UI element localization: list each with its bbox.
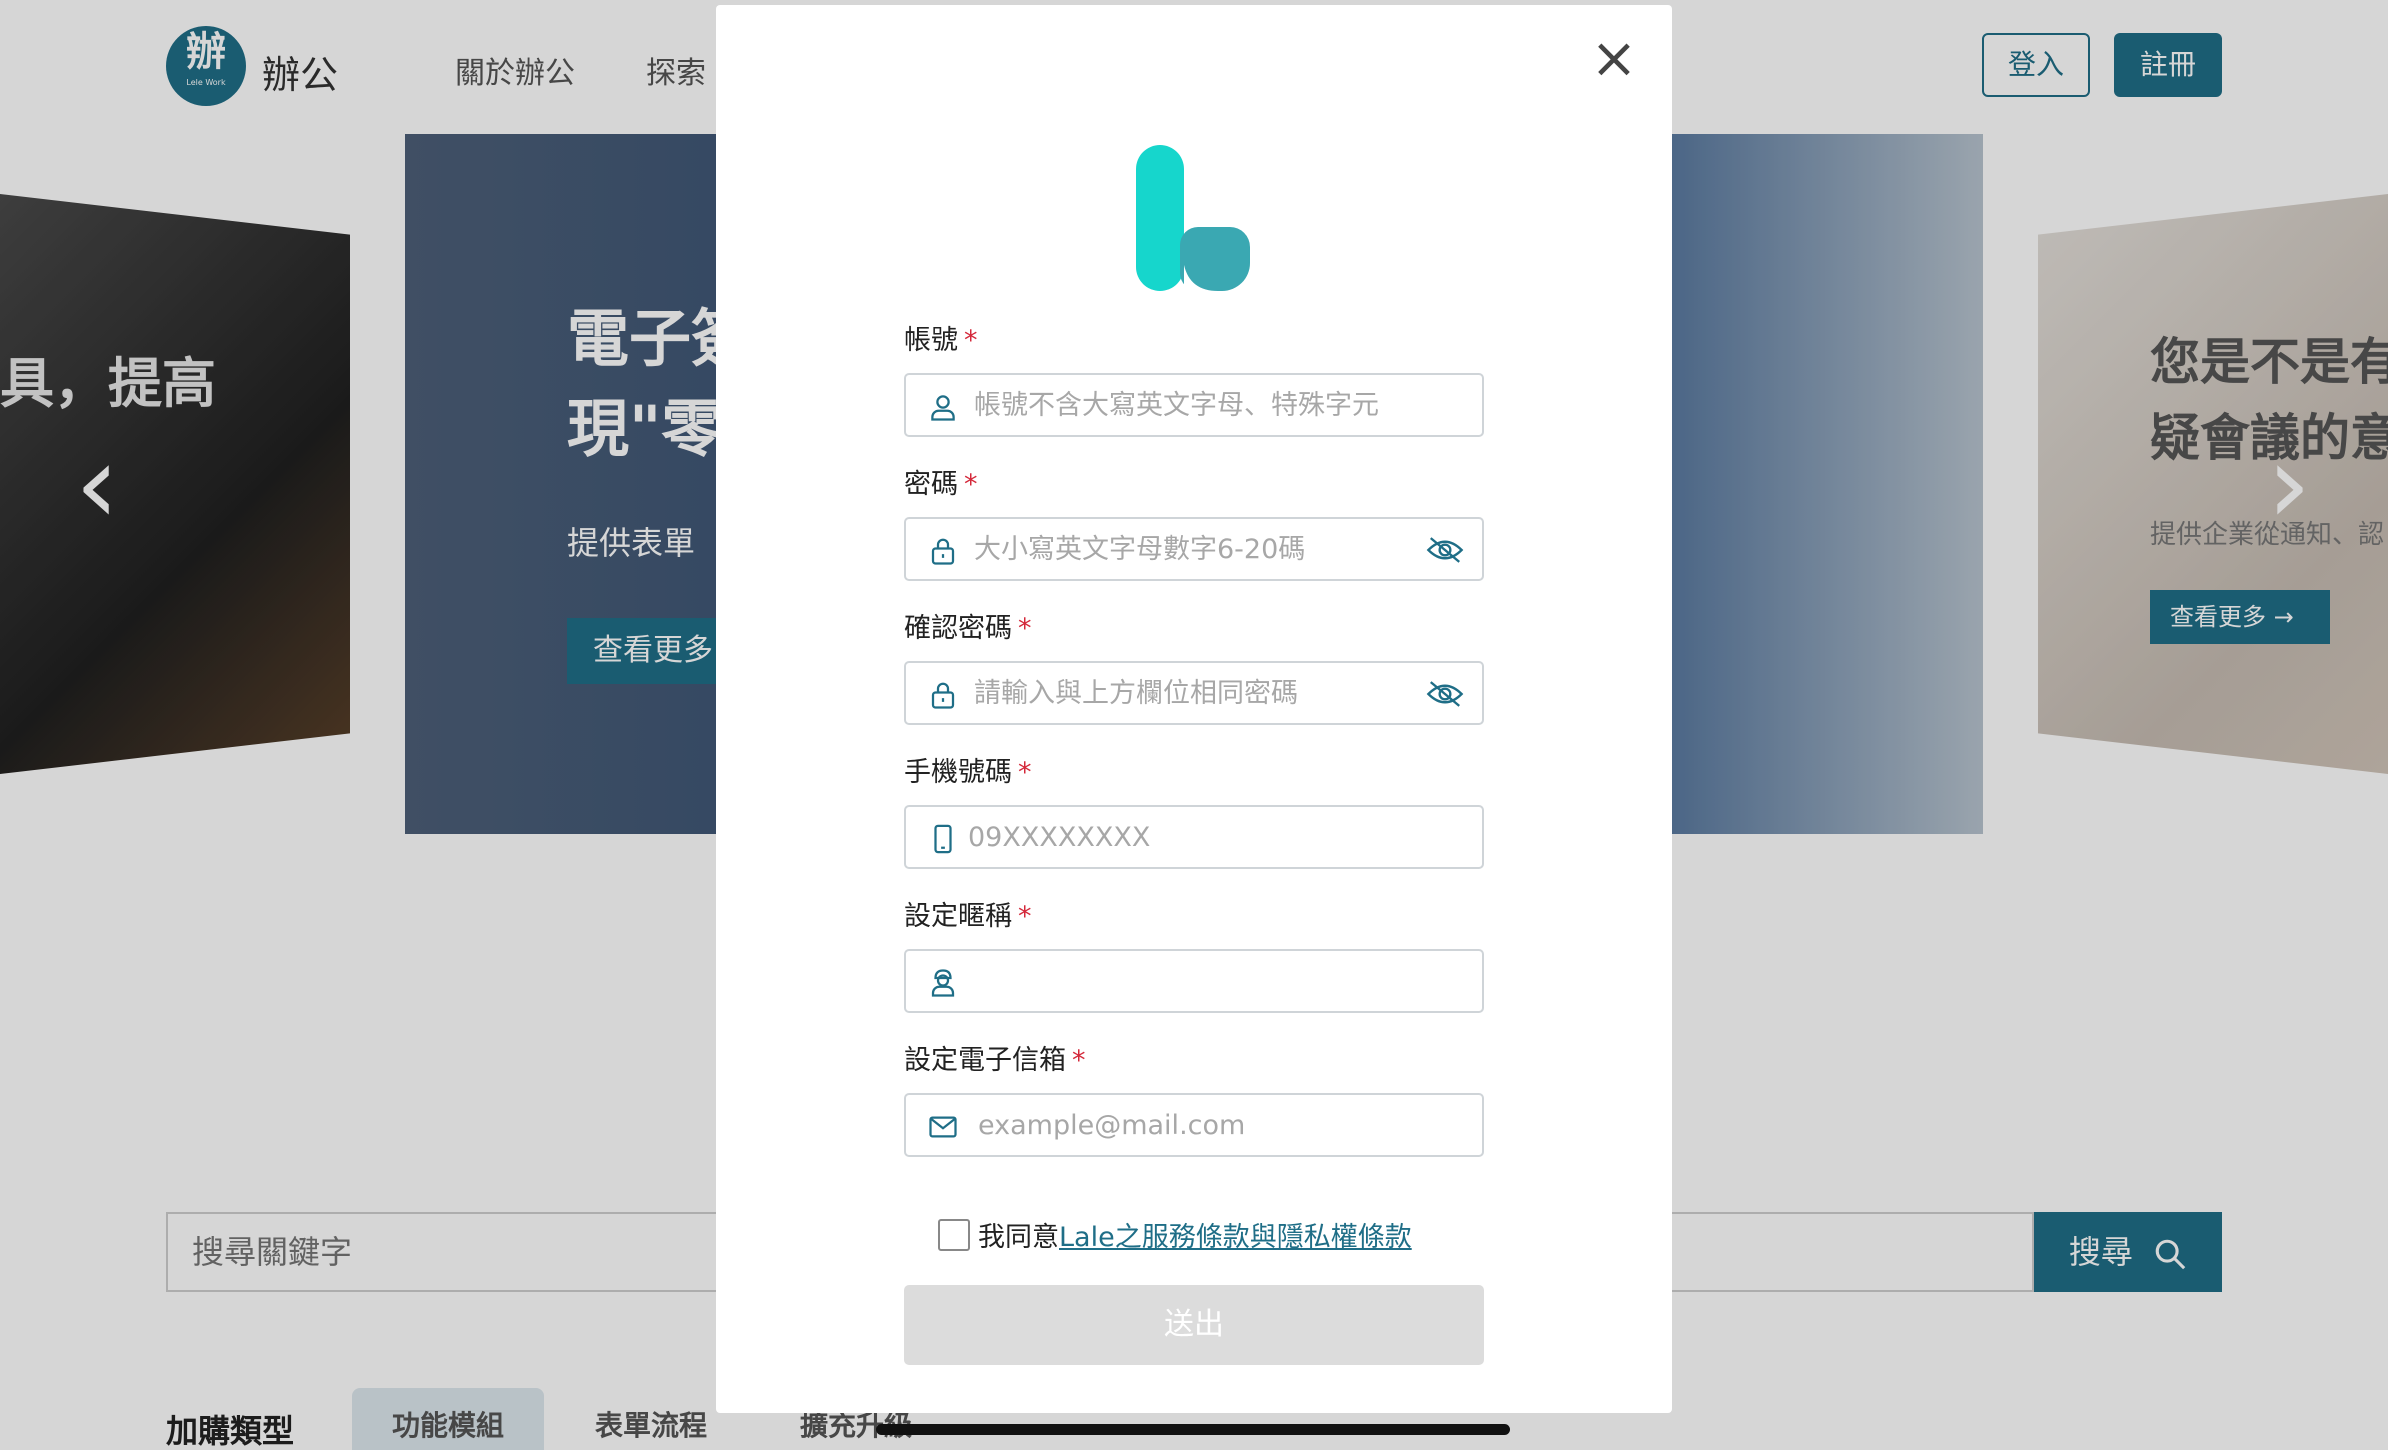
lale-logo (1136, 145, 1250, 291)
account-label-text: 帳號 (904, 325, 958, 356)
confirm-password-field (904, 661, 1484, 725)
email-field (904, 1093, 1484, 1157)
avatar-icon (931, 969, 955, 997)
phone-input[interactable] (968, 807, 1398, 867)
account-input[interactable] (974, 375, 1404, 435)
close-icon[interactable]: × (1586, 31, 1642, 87)
email-input[interactable] (978, 1095, 1408, 1155)
required-mark: * (1018, 613, 1032, 644)
confirm-password-input[interactable] (974, 663, 1404, 723)
required-mark: * (964, 325, 978, 356)
required-mark: * (964, 469, 978, 500)
required-mark: * (1072, 1045, 1086, 1076)
email-label: 設定電子信箱 * (904, 1038, 1086, 1077)
account-label: 帳號 * (904, 318, 978, 357)
confirm-password-label-text: 確認密碼 (904, 613, 1012, 644)
submit-button[interactable]: 送出 (904, 1285, 1484, 1365)
eye-off-icon[interactable] (1426, 679, 1464, 709)
terms-label: 我同意 (978, 1222, 1059, 1253)
password-label-text: 密碼 (904, 469, 958, 500)
user-icon (931, 395, 955, 421)
terms-link[interactable]: Lale之服務條款與隱私權條款 (1059, 1222, 1412, 1253)
lock-icon (931, 682, 955, 709)
eye-off-icon[interactable] (1426, 535, 1464, 565)
mail-icon (929, 1116, 957, 1138)
confirm-password-label: 確認密碼 * (904, 606, 1032, 645)
terms-agreement: 我同意Lale之服務條款與隱私權條款 (938, 1215, 1412, 1253)
required-mark: * (1018, 901, 1032, 932)
register-modal: × 帳號* 密碼* 確認密碼* 手機號碼* 設定暱稱* (716, 5, 1672, 1413)
nickname-label: 設定暱稱 * (904, 894, 1032, 933)
phone-label-text: 手機號碼 (904, 757, 1012, 788)
phone-field (904, 805, 1484, 869)
home-indicator (876, 1424, 1510, 1435)
required-mark: * (1018, 757, 1032, 788)
password-field (904, 517, 1484, 581)
password-input[interactable] (974, 519, 1404, 579)
password-label: 密碼 * (904, 462, 978, 501)
phone-icon (934, 824, 952, 854)
email-label-text: 設定電子信箱 (904, 1045, 1066, 1076)
phone-label: 手機號碼 * (904, 750, 1032, 789)
nickname-label-text: 設定暱稱 (904, 901, 1012, 932)
nickname-field (904, 949, 1484, 1013)
account-field (904, 373, 1484, 437)
lock-icon (931, 538, 955, 565)
nickname-input[interactable] (974, 951, 1404, 1011)
terms-checkbox[interactable] (938, 1218, 970, 1251)
